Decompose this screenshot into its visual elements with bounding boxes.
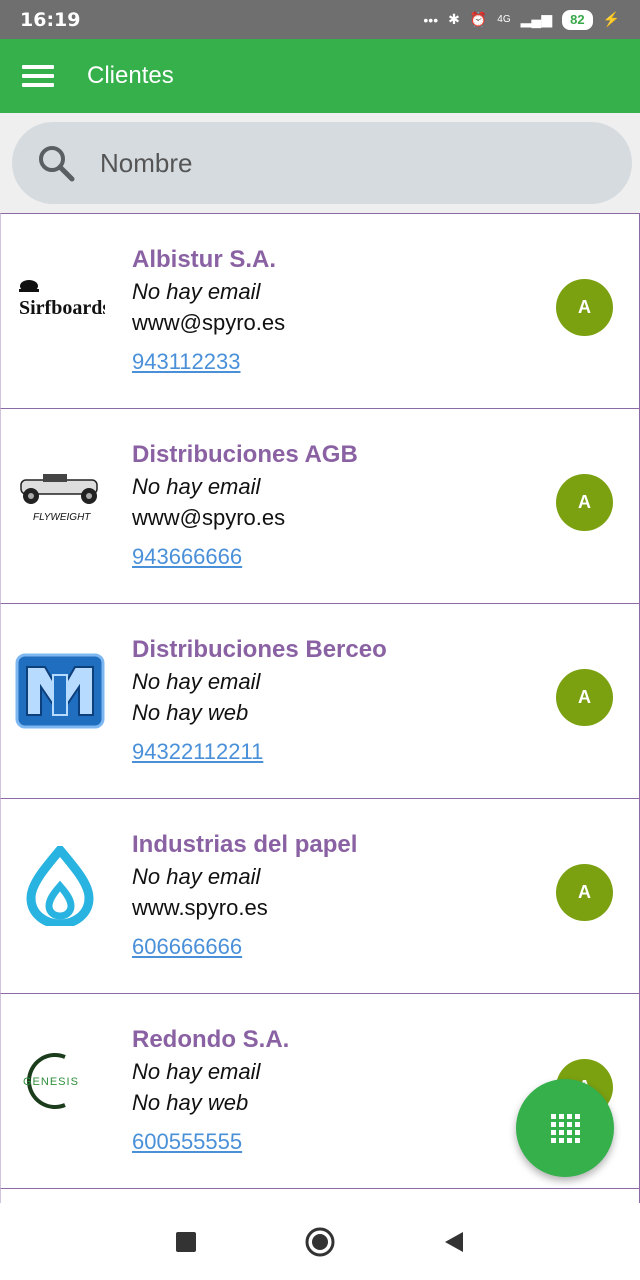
svg-text:GENESIS: GENESIS: [23, 1076, 79, 1088]
client-logo: FLYWEIGHT: [13, 449, 107, 543]
signal-icon: ▂▄▆: [520, 11, 553, 27]
client-logo: [13, 839, 107, 933]
client-phone-link[interactable]: 943666666: [132, 541, 242, 572]
client-web: www@spyro.es: [132, 310, 286, 335]
client-card[interactable]: Industrias del papel No hay email www.sp…: [0, 798, 640, 993]
status-bar: 16:19 ••• ✱ ⏰ 4G ▂▄▆ 82 ⚡: [0, 0, 640, 39]
client-list: Sirfboards Albistur S.A. No hay email ww…: [0, 213, 640, 1208]
client-email: No hay email: [132, 864, 261, 889]
client-email: No hay email: [132, 279, 261, 304]
client-email: No hay email: [132, 669, 261, 694]
client-web: No hay web: [132, 1090, 249, 1115]
client-card[interactable]: FLYWEIGHT Distribuciones AGB No hay emai…: [0, 408, 640, 603]
client-logo: [13, 644, 107, 738]
client-phone-link[interactable]: 943112233: [132, 346, 241, 377]
grid-menu-button[interactable]: [516, 1079, 614, 1177]
client-phone-link[interactable]: 606666666: [132, 931, 242, 962]
status-icons: ••• ✱ ⏰ 4G ▂▄▆ 82 ⚡: [423, 9, 620, 30]
recent-apps-button[interactable]: [169, 1225, 203, 1259]
app-bar: Clientes: [0, 39, 640, 113]
client-avatar[interactable]: A: [556, 474, 613, 531]
status-time: 16:19: [20, 8, 81, 31]
back-button[interactable]: [437, 1225, 471, 1259]
client-name: Industrias del papel: [132, 831, 358, 858]
client-name: Redondo S.A.: [132, 1026, 290, 1053]
client-info: Distribuciones Berceo No hay email No ha…: [132, 634, 387, 767]
system-nav-bar: [0, 1203, 640, 1280]
client-info: Redondo S.A. No hay email No hay web 600…: [132, 1024, 289, 1157]
client-web: www@spyro.es: [132, 505, 286, 530]
client-web: www.spyro.es: [132, 895, 268, 920]
more-dots-icon: •••: [423, 11, 439, 28]
svg-text:Sirfboards: Sirfboards: [19, 297, 105, 319]
client-info: Industrias del papel No hay email www.sp…: [132, 829, 357, 962]
search-icon: [39, 146, 75, 182]
client-info: Albistur S.A. No hay email www@spyro.es …: [132, 244, 285, 377]
client-avatar[interactable]: A: [556, 864, 613, 921]
client-logo: Sirfboards: [13, 254, 107, 348]
client-name: Distribuciones AGB: [132, 441, 358, 468]
svg-text:FLYWEIGHT: FLYWEIGHT: [33, 512, 91, 523]
bluetooth-icon: ✱: [448, 11, 460, 27]
network-type: 4G: [497, 14, 511, 25]
client-logo: GENESIS: [13, 1034, 107, 1128]
client-card[interactable]: Distribuciones Berceo No hay email No ha…: [0, 603, 640, 798]
search-input[interactable]: [100, 147, 580, 179]
client-email: No hay email: [132, 474, 261, 499]
client-card[interactable]: Sirfboards Albistur S.A. No hay email ww…: [0, 213, 640, 408]
circle-icon: [305, 1227, 335, 1256]
client-phone-link[interactable]: 94322112211: [132, 736, 263, 767]
charging-icon: ⚡: [602, 11, 620, 27]
battery-badge: 82: [562, 9, 593, 30]
client-name: Distribuciones Berceo: [132, 636, 387, 663]
home-button[interactable]: [303, 1225, 337, 1259]
hamburger-menu-icon[interactable]: [22, 65, 54, 87]
client-phone-link[interactable]: 600555555: [132, 1126, 242, 1157]
search-bar[interactable]: [12, 122, 632, 204]
square-icon: [176, 1231, 196, 1252]
alarm-icon: ⏰: [469, 11, 488, 27]
client-email: No hay email: [132, 1059, 261, 1084]
grid-icon: [550, 1113, 580, 1143]
client-name: Albistur S.A.: [132, 246, 277, 273]
search-area: [0, 113, 640, 213]
client-web: No hay web: [132, 700, 249, 725]
client-avatar[interactable]: A: [556, 669, 613, 726]
client-info: Distribuciones AGB No hay email www@spyr…: [132, 439, 358, 572]
back-triangle-icon: [445, 1231, 463, 1252]
client-avatar[interactable]: A: [556, 279, 613, 336]
page-title: Clientes: [87, 62, 174, 89]
